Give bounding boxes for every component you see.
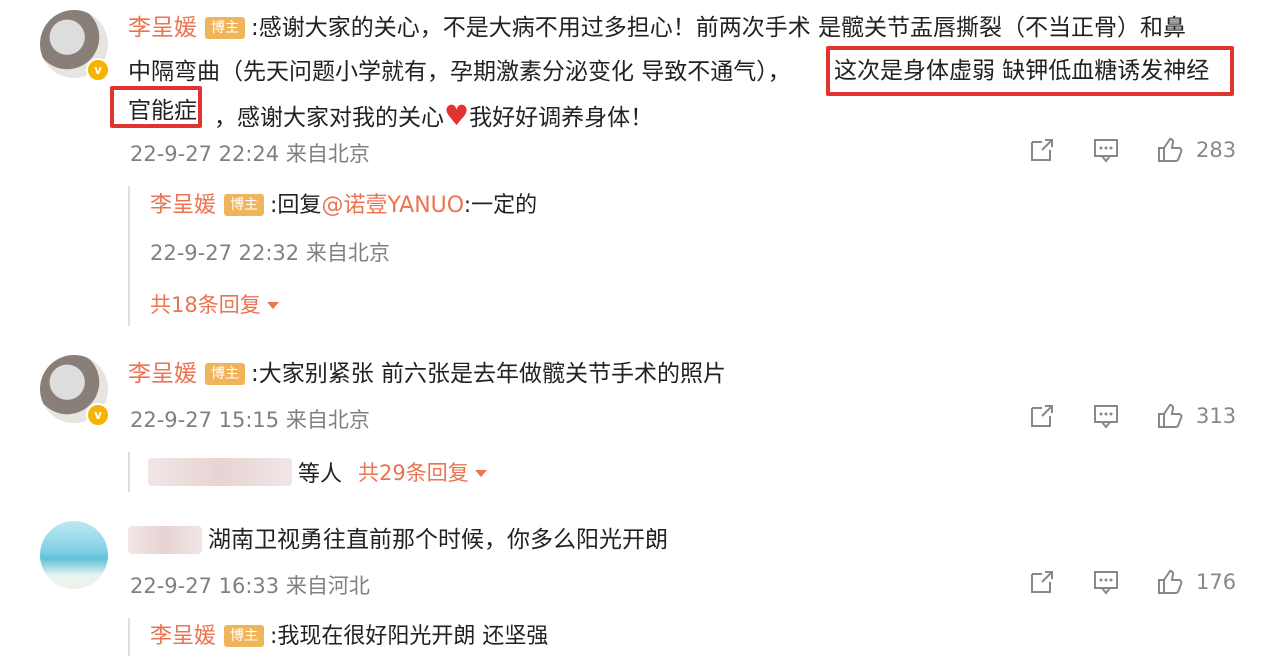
author-tag: 博主 xyxy=(224,625,265,647)
comment-text-line-3-end: 我好好调养身体！ xyxy=(469,105,654,131)
blurred-username[interactable] xyxy=(128,526,202,554)
mention-link[interactable]: @诺壹YANUO xyxy=(321,193,463,218)
chevron-down-icon xyxy=(474,470,487,477)
share-icon[interactable] xyxy=(1028,568,1056,596)
comment-text-line-2: 中隔弯曲（先天问题小学就有，孕期激素分泌变化 导致不通气）， xyxy=(128,59,791,85)
share-icon[interactable] xyxy=(1028,402,1056,430)
more-replies-label: 共29条回复 xyxy=(358,461,469,485)
reply-text: :一定的 xyxy=(463,193,538,218)
comment-icon[interactable] xyxy=(1092,402,1120,430)
author-tag: 博主 xyxy=(205,17,245,39)
reply-prefix: :回复 xyxy=(270,193,322,218)
verified-badge-icon: v xyxy=(86,403,110,427)
comment-text-line-3: ，感谢大家对我的关心 xyxy=(214,105,444,131)
comment-author[interactable]: 李呈媛 xyxy=(128,361,197,387)
highlighted-text: 这次是身体虚弱 缺钾低血糖诱发神经 xyxy=(834,58,1210,84)
author-tag: 博主 xyxy=(224,194,265,216)
comment-time: 22-9-27 22:24 来自北京 xyxy=(130,142,370,166)
like-count: 313 xyxy=(1196,404,1237,428)
comment-time: 22-9-27 16:33 来自河北 xyxy=(130,574,370,598)
verified-badge-icon: v xyxy=(86,58,110,82)
more-replies-label: 共18条回复 xyxy=(150,293,261,317)
comment-text-line-1: :感谢大家的关心，不是大病不用过多担心！前两次手术 是髋关节盂唇撕裂（不当正骨）… xyxy=(251,15,1187,41)
comment-author[interactable]: 李呈媛 xyxy=(128,15,197,41)
comment-time: 22-9-27 15:15 来自北京 xyxy=(130,408,370,432)
thumbs-up-icon xyxy=(1158,569,1183,594)
reply-thread: 李呈媛 博主:我现在很好阳光开朗 还坚强 xyxy=(128,618,830,656)
reply-thread: 李呈媛 博主:回复@诺壹YANUO:一定的 22-9-27 22:32 来自北京 … xyxy=(128,186,1130,326)
comment-icon[interactable] xyxy=(1092,136,1120,164)
comment-text: :大家别紧张 前六张是去年做髋关节手术的照片 xyxy=(251,361,727,387)
comment-2: 李呈媛 博主 :大家别紧张 前六张是去年做髋关节手术的照片 xyxy=(128,354,726,394)
like-button[interactable]: 176 xyxy=(1156,568,1236,596)
comment-actions: 283 xyxy=(1028,136,1236,164)
highlight-box: 这次是身体虚弱 缺钾低血糖诱发神经 xyxy=(826,46,1234,96)
comment-text: 湖南卫视勇往直前那个时候，你多么阳光开朗 xyxy=(208,527,668,553)
highlighted-text: 官能症 xyxy=(128,98,197,124)
blurred-usernames xyxy=(148,458,292,486)
share-icon[interactable] xyxy=(1028,136,1056,164)
thumbs-up-icon xyxy=(1158,403,1183,428)
comment-actions: 313 xyxy=(1028,402,1236,430)
avatar[interactable] xyxy=(40,521,108,589)
reply-time: 22-9-27 22:32 来自北京 xyxy=(150,241,390,265)
more-replies-link[interactable]: 共18条回复 xyxy=(150,289,1130,319)
author-tag: 博主 xyxy=(205,363,245,385)
highlight-box: 官能症 xyxy=(110,86,202,128)
comment-actions: 176 xyxy=(1028,568,1236,596)
thumbs-up-icon xyxy=(1158,137,1183,162)
like-count: 176 xyxy=(1196,570,1237,594)
reply-text: :我现在很好阳光开朗 还坚强 xyxy=(270,624,549,649)
comment-icon[interactable] xyxy=(1092,568,1120,596)
like-button[interactable]: 313 xyxy=(1156,402,1236,430)
reply-thread: 等人 共29条回复 xyxy=(128,452,830,492)
like-button[interactable]: 283 xyxy=(1156,136,1236,164)
comment-3: 湖南卫视勇往直前那个时候，你多么阳光开朗 xyxy=(128,520,668,560)
like-count: 283 xyxy=(1196,138,1237,162)
more-replies-link[interactable]: 共29条回复 xyxy=(358,457,487,487)
reply-author[interactable]: 李呈媛 xyxy=(150,624,216,649)
heart-icon: ♥ xyxy=(444,99,470,132)
reply-author[interactable]: 李呈媛 xyxy=(150,193,216,218)
others-label: 等人 xyxy=(298,462,343,487)
chevron-down-icon xyxy=(266,302,279,309)
